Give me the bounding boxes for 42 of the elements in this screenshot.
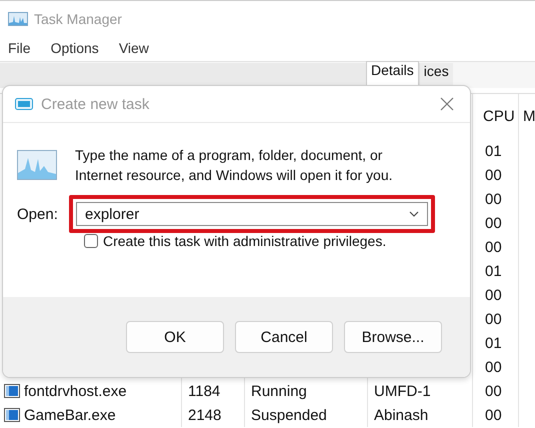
performance-graph-icon xyxy=(17,150,57,180)
chevron-down-icon[interactable] xyxy=(409,211,419,217)
menu-item[interactable]: View xyxy=(118,40,149,56)
table-cell: 00 xyxy=(485,406,502,424)
window-icon xyxy=(15,98,33,110)
field-label: Open: xyxy=(17,206,57,222)
close-icon[interactable] xyxy=(440,97,454,111)
table-cell: GameBar.exe xyxy=(24,406,116,424)
table-cell: 00 xyxy=(485,382,502,400)
table-cell: 1184 xyxy=(188,382,220,400)
table-cell: 00 xyxy=(485,166,502,184)
table-cell: 2148 xyxy=(188,406,222,424)
column-header[interactable]: M xyxy=(523,108,535,125)
table-cell: Running xyxy=(251,382,307,400)
table-cell: 00 xyxy=(485,286,502,304)
table-cell: fontdrvhost.exe xyxy=(24,382,127,400)
menu-item[interactable]: Options xyxy=(50,40,99,56)
dialog-button[interactable]: OK xyxy=(126,321,224,353)
table-cell: 00 xyxy=(485,190,502,208)
open-combo-box[interactable]: explorer xyxy=(76,202,428,226)
table-cell: 01 xyxy=(485,334,502,352)
menu-item[interactable]: File xyxy=(8,40,31,56)
dialog-button[interactable]: Browse... xyxy=(344,321,442,353)
table-cell: Abinash xyxy=(374,406,428,424)
window-icon xyxy=(4,408,20,422)
table-cell: 00 xyxy=(485,358,502,376)
table-cell: 00 xyxy=(485,310,502,328)
table-cell: 00 xyxy=(485,214,502,232)
checkbox-label: Create this task with administrative privileges. xyxy=(103,233,386,249)
table-cell: 01 xyxy=(485,142,502,160)
column-header[interactable]: CPU xyxy=(483,108,515,125)
dialog-button[interactable]: Cancel xyxy=(235,321,333,353)
dialog-title: Create new task xyxy=(41,96,150,112)
window-icon xyxy=(4,384,20,398)
checkbox[interactable] xyxy=(84,234,98,248)
window-title: Task Manager xyxy=(34,11,122,27)
table-cell: 01 xyxy=(485,262,502,280)
instruction-text: Type the name of a program, folder, document, or Internet resource, and Windows will open it for you. xyxy=(75,146,394,185)
app-icon xyxy=(8,12,28,26)
table-cell: UMFD-1 xyxy=(374,382,431,400)
table-cell: Suspended xyxy=(251,406,327,424)
table-cell: 00 xyxy=(485,238,502,256)
